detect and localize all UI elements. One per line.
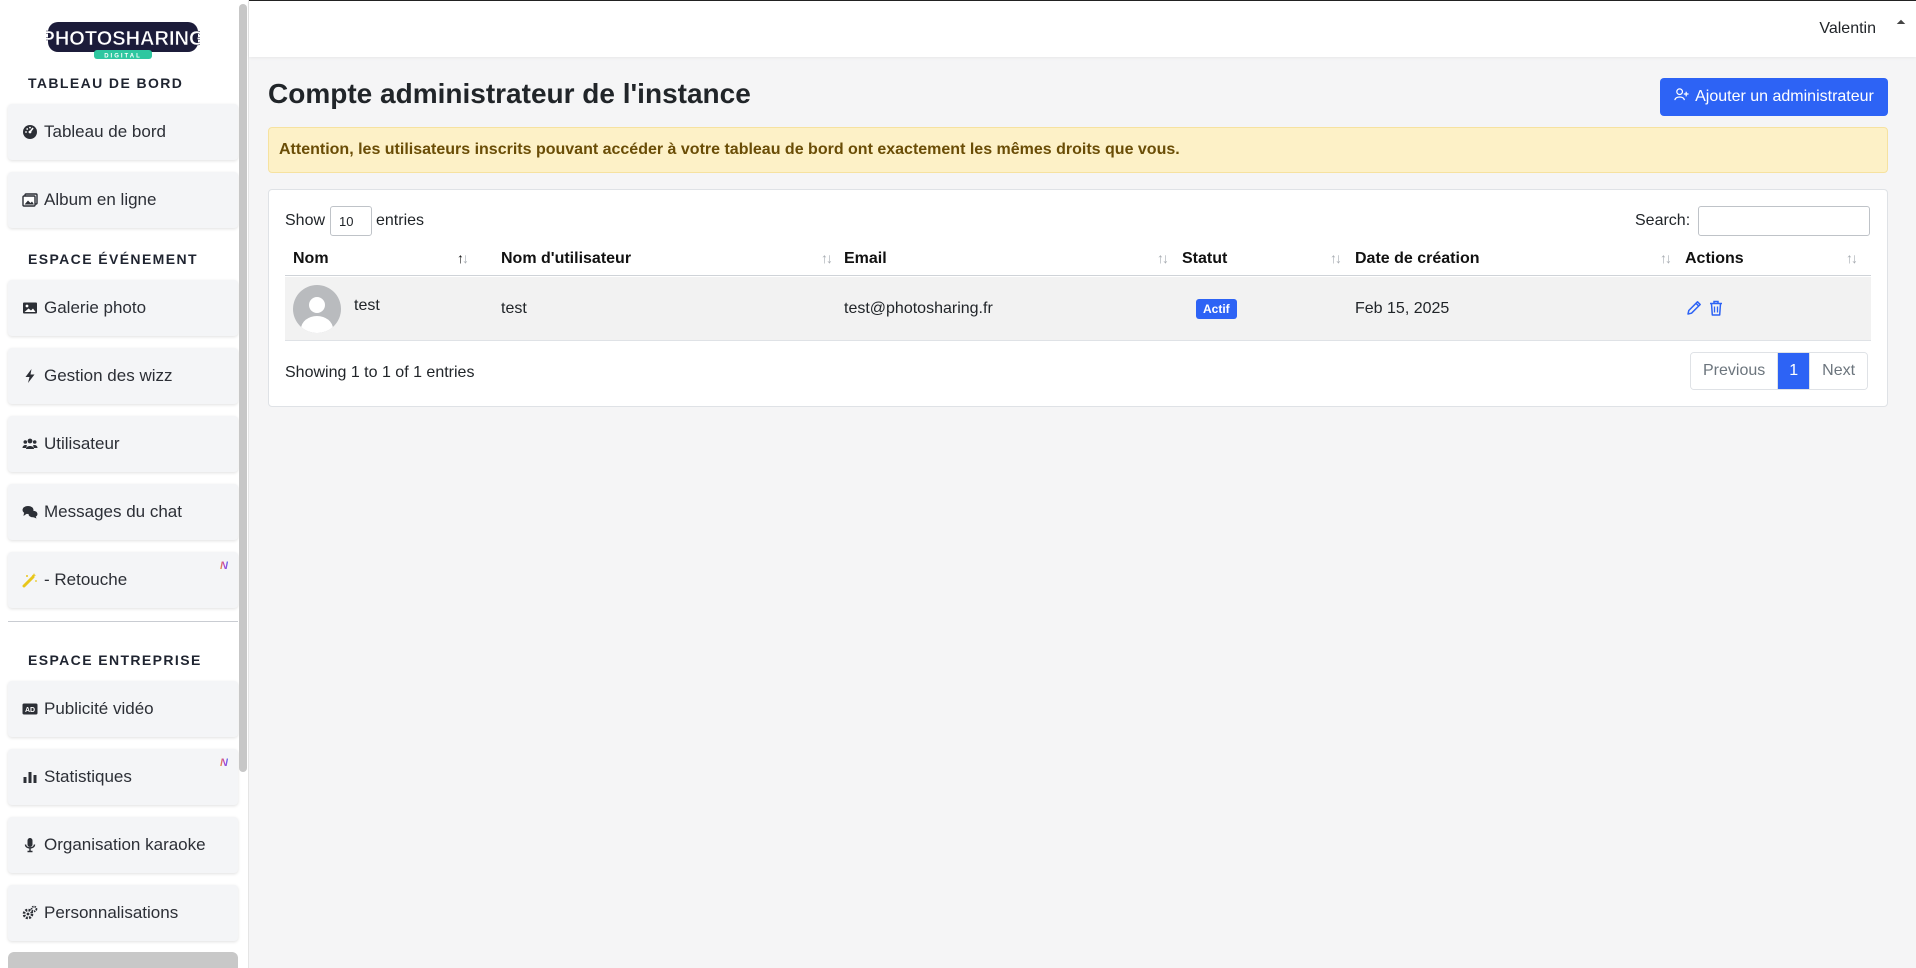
sidebar-item-tableau-de-bord[interactable]: Tableau de bord [8, 104, 238, 160]
magic-wand-icon [22, 572, 38, 588]
length-label-show: Show [285, 212, 326, 229]
gears-icon [22, 905, 38, 921]
new-badge: N [220, 560, 228, 572]
section-title-dashboard: TABLEAU DE BORD [28, 75, 184, 91]
dashboard-gauge-icon [22, 124, 38, 140]
sidebar: PHOTOSHARING DIGITAL TABLEAU DE BORD Tab… [0, 0, 248, 968]
delete-trash-icon[interactable] [1707, 299, 1725, 317]
status-badge: Actif [1196, 299, 1237, 319]
warning-alert-text: Attention, les utilisateurs inscrits pou… [279, 141, 1180, 158]
section-title-company: ESPACE ENTREPRISE [28, 652, 202, 668]
image-icon [22, 300, 38, 316]
sidebar-item-hidden[interactable] [8, 952, 238, 968]
user-menu-name[interactable]: Valentin [1819, 20, 1876, 38]
bolt-icon [22, 368, 38, 384]
column-header-statut[interactable]: Statut [1182, 250, 1227, 268]
svg-text:AD: AD [25, 707, 35, 714]
sort-icon[interactable]: ↑↓ [1157, 250, 1169, 266]
edit-pencil-icon[interactable] [1685, 299, 1703, 317]
sidebar-item-label: Messages du chat [44, 502, 182, 521]
search-input[interactable] [1698, 206, 1870, 236]
bar-chart-icon [22, 769, 38, 785]
pagination-previous[interactable]: Previous [1691, 353, 1778, 389]
column-header-email[interactable]: Email [844, 250, 887, 268]
column-header-username[interactable]: Nom d'utilisateur [501, 250, 631, 268]
sidebar-item-label: Tableau de bord [44, 122, 166, 141]
user-plus-icon [1674, 87, 1689, 107]
sidebar-item-gestion-des-wizz[interactable]: Gestion des wizz [8, 348, 238, 404]
sidebar-item-label: Publicité vidéo [44, 699, 154, 718]
page-title-bold: Compte [268, 78, 373, 109]
user-menu-caret-icon[interactable] [1896, 19, 1906, 29]
page-title-rest: administrateur de l'instance [372, 78, 751, 109]
page-length-select[interactable]: 10 [330, 206, 372, 236]
sidebar-item-label: Utilisateur [44, 434, 120, 453]
sidebar-item-statistiques[interactable]: Statistiques N [8, 749, 238, 805]
cell-date: Feb 15, 2025 [1355, 300, 1450, 317]
sidebar-item-organisation-karaoke[interactable]: Organisation karaoke [8, 817, 238, 873]
comments-icon [22, 504, 38, 520]
sidebar-item-publicite-video[interactable]: AD Publicité vidéo [8, 681, 238, 737]
pagination-page-1[interactable]: 1 [1777, 353, 1810, 389]
sidebar-item-label: Statistiques [44, 767, 132, 786]
admins-table-card: Show 10 entries Search: Nom ↑↓ Nom d'uti… [268, 189, 1888, 407]
cell-email: test@photosharing.fr [844, 300, 993, 317]
new-badge: N [220, 757, 228, 769]
photosharing-logo[interactable]: PHOTOSHARING DIGITAL [46, 18, 200, 60]
table-info: Showing 1 to 1 of 1 entries [285, 364, 475, 381]
sidebar-divider [8, 621, 238, 622]
sidebar-item-personnalisations[interactable]: Personnalisations [8, 885, 238, 941]
logo-text: PHOTOSHARING [46, 28, 200, 50]
add-administrator-label: Ajouter un administrateur [1695, 88, 1874, 105]
column-header-nom[interactable]: Nom [293, 250, 329, 268]
sort-asc-icon[interactable]: ↑↓ [457, 250, 469, 266]
sidebar-item-album-en-ligne[interactable]: Album en ligne [8, 172, 238, 228]
section-title-event: ESPACE ÉVÉNEMENT [28, 251, 198, 267]
page-title: Compte administrateur de l'instance [268, 78, 751, 110]
column-header-date[interactable]: Date de création [1355, 250, 1479, 268]
sidebar-item-galerie-photo[interactable]: Galerie photo [8, 280, 238, 336]
sidebar-item-utilisateur[interactable]: Utilisateur [8, 416, 238, 472]
sort-icon[interactable]: ↑↓ [821, 250, 833, 266]
cell-nom: test [354, 297, 380, 314]
add-administrator-button[interactable]: Ajouter un administrateur [1660, 78, 1888, 116]
sidebar-item-label: Gestion des wizz [44, 366, 173, 385]
sort-icon[interactable]: ↑↓ [1330, 250, 1342, 266]
sidebar-item-label: Organisation karaoke [44, 835, 206, 854]
table-header: Nom ↑↓ Nom d'utilisateur ↑↓ Email ↑↓ Sta… [285, 242, 1871, 276]
sidebar-scrollbar[interactable] [239, 4, 247, 772]
sidebar-item-label: Personnalisations [44, 903, 179, 922]
images-icon [22, 192, 38, 208]
ad-icon: AD [22, 701, 38, 717]
sidebar-item-messages-du-chat[interactable]: Messages du chat [8, 484, 238, 540]
pagination-next[interactable]: Next [1809, 353, 1868, 389]
topbar: Valentin [249, 0, 1916, 57]
sidebar-border [248, 0, 249, 968]
warning-alert: Attention, les utilisateurs inscrits pou… [268, 127, 1888, 173]
sort-icon[interactable]: ↑↓ [1660, 250, 1672, 266]
users-icon [22, 436, 38, 452]
microphone-icon [22, 837, 38, 853]
length-label-entries: entries [376, 212, 425, 229]
pagination: Previous 1 Next [1690, 352, 1869, 390]
search-label: Search: [1635, 212, 1691, 229]
table-row: test test test@photosharing.fr Actif Feb… [285, 277, 1871, 341]
cell-username: test [501, 300, 527, 317]
sidebar-item-retouche[interactable]: - Retouche N [8, 552, 238, 608]
sort-icon[interactable]: ↑↓ [1846, 250, 1858, 266]
avatar [293, 285, 341, 333]
sidebar-item-label: - Retouche [44, 570, 128, 589]
logo-subtext: DIGITAL [104, 54, 142, 60]
sidebar-item-label: Galerie photo [44, 298, 147, 317]
sidebar-item-label: Album en ligne [44, 190, 157, 209]
column-header-actions[interactable]: Actions [1685, 250, 1744, 268]
